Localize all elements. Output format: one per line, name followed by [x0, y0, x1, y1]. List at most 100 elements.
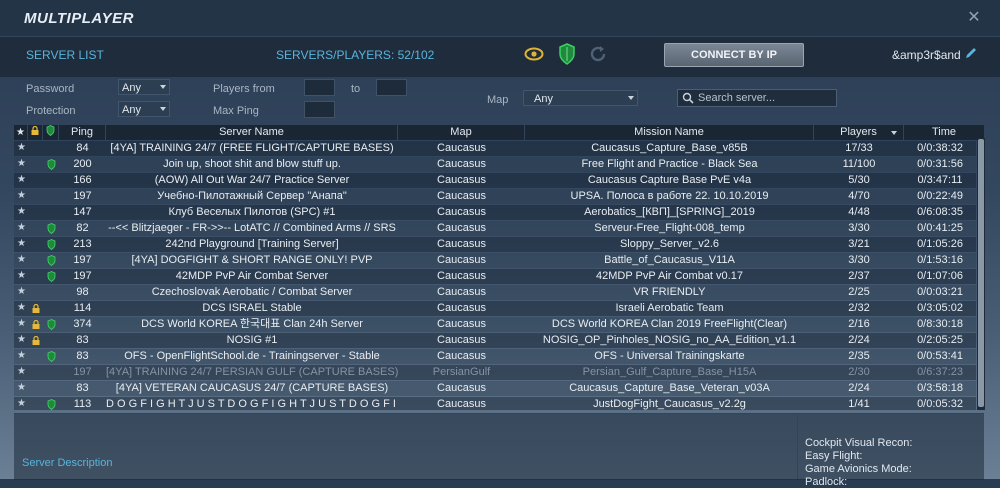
mission-name-cell: UPSA. Полоса в работе 22. 10.10.2019 [570, 190, 769, 202]
table-row[interactable]: ★ 114 DCS ISRAEL Stable Caucasus Israeli Aer… [14, 301, 976, 316]
server-name-cell: 42MDP PvP Air Combat Server [175, 270, 329, 282]
table-row[interactable]: ★ 166 (AOW) All Out War 24/7 Practice Serv… [14, 173, 976, 188]
mission-name-column-header[interactable]: Mission Name [525, 125, 814, 140]
players-to-input[interactable] [376, 79, 407, 96]
players-from-input[interactable] [304, 79, 335, 96]
favorite-star-icon[interactable]: ★ [17, 255, 26, 265]
search-placeholder: Search server... [698, 92, 776, 104]
map-filter-select[interactable]: Any [523, 90, 638, 106]
table-row[interactable]: ★ 374 DCS World KOREA 한국대표 Clan 24h Server… [14, 317, 976, 332]
sort-password-header[interactable] [28, 125, 43, 140]
players-cell: 3/30 [848, 222, 870, 234]
map-cell: Caucasus [437, 382, 486, 394]
players-cell: 2/24 [848, 382, 870, 394]
favorite-star-icon[interactable]: ★ [17, 175, 26, 185]
table-row[interactable]: ★ 83 NOSIG #1 Caucasus NOSIG_OP_Pinholes_NOS… [14, 333, 976, 348]
ping-cell: 197 [73, 366, 92, 378]
favorite-star-icon[interactable]: ★ [17, 239, 26, 249]
scrollbar-thumb[interactable] [978, 139, 984, 407]
server-name-cell: DCS World KOREA 한국대표 Clan 24h Server [141, 318, 363, 330]
mission-name-cell: NOSIG_OP_Pinholes_NOSIG_no_AA_Edition_v1… [542, 334, 797, 346]
map-cell: Caucasus [437, 318, 486, 330]
favorite-star-icon[interactable]: ★ [17, 223, 26, 233]
favorite-star-icon[interactable]: ★ [17, 319, 26, 329]
table-row[interactable]: ★ 197 [4YA] TRAINING 24/7 PERSIAN GULF (CA… [14, 365, 976, 380]
table-row[interactable]: ★ 113 D O G F I G H T J U S T D O G F I G … [14, 397, 976, 410]
pencil-icon[interactable] [964, 46, 978, 60]
sort-protection-header[interactable] [43, 125, 59, 140]
map-column-header[interactable]: Map [398, 125, 525, 140]
server-name-column-header[interactable]: Server Name [106, 125, 398, 140]
server-name-cell: Czechoslovak Aerobatic / Combat Server [151, 286, 353, 298]
time-cell: 0/0:41:25 [917, 222, 963, 234]
game-avionics-mode-label: Game Avionics Mode: [805, 463, 912, 475]
window-title: MULTIPLAYER [24, 10, 134, 27]
table-row[interactable]: ★ 83 OFS - OpenFlightSchool.de - Trainings… [14, 349, 976, 364]
ping-cell: 197 [73, 270, 92, 282]
mission-name-cell: DCS World KOREA Clan 2019 FreeFlight(Cle… [551, 318, 788, 330]
server-name-cell: Клуб Веселых Пилотов (SPC) #1 [168, 206, 336, 218]
players-column-header[interactable]: Players [814, 125, 904, 140]
time-cell: 0/0:53:41 [917, 350, 963, 362]
time-cell: 0/0:38:32 [917, 142, 963, 154]
map-cell: Caucasus [437, 334, 486, 346]
padlock-label: Padlock: [805, 476, 848, 488]
table-row[interactable]: ★ 197 Учебно-Пилотажный Сервер "Анапа" Cauc… [14, 189, 976, 204]
table-row[interactable]: ★ 147 Клуб Веселых Пилотов (SPC) #1 Caucasu… [14, 205, 976, 220]
table-header: ★ Ping Server Name Map Mission Name Play… [14, 125, 984, 140]
mission-name-cell: VR FRIENDLY [633, 286, 706, 298]
ping-cell: 374 [73, 318, 92, 330]
players-cell: 2/16 [848, 318, 870, 330]
cockpit-visual-recon-label: Cockpit Visual Recon: [805, 437, 913, 449]
time-column-header[interactable]: Time [904, 125, 984, 140]
time-cell: 0/1:05:26 [917, 238, 963, 250]
ping-cell: 197 [73, 254, 92, 266]
time-cell: 0/0:03:21 [917, 286, 963, 298]
favorite-star-icon[interactable]: ★ [17, 191, 26, 201]
shield-icon[interactable] [558, 43, 576, 65]
shield-icon [47, 159, 56, 170]
search-icon [682, 92, 694, 104]
table-row[interactable]: ★ 197 [4YA] DOGFIGHT & SHORT RANGE ONLY! P… [14, 253, 976, 268]
favorite-star-icon[interactable]: ★ [17, 143, 26, 153]
favorite-star-icon[interactable]: ★ [17, 303, 26, 313]
protection-filter-select[interactable]: Any [118, 101, 170, 117]
table-row[interactable]: ★ 98 Czechoslovak Aerobatic / Combat Serve… [14, 285, 976, 300]
favorite-star-icon[interactable]: ★ [17, 335, 26, 345]
sort-favorite-header[interactable]: ★ [14, 125, 28, 140]
players-column-label: Players [840, 126, 877, 138]
table-row[interactable]: ★ 200 Join up, shoot shit and blow stuff u… [14, 157, 976, 172]
chevron-down-icon [628, 96, 634, 100]
ping-column-header[interactable]: Ping [59, 125, 106, 140]
time-cell: 0/1:53:16 [917, 254, 963, 266]
connect-by-ip-button[interactable]: CONNECT BY IP [664, 43, 804, 67]
refresh-icon[interactable] [588, 44, 608, 64]
favorite-star-icon[interactable]: ★ [17, 207, 26, 217]
max-ping-label: Max Ping [213, 105, 259, 117]
time-cell: 0/6:08:35 [917, 206, 963, 218]
table-row[interactable]: ★ 82 --<< Blitzjaeger - FR->>-- LotATC // … [14, 221, 976, 236]
eye-icon[interactable] [524, 44, 544, 64]
favorite-star-icon[interactable]: ★ [17, 399, 26, 409]
max-ping-input[interactable] [304, 101, 335, 118]
players-cell: 17/33 [845, 142, 873, 154]
table-row[interactable]: ★ 197 42MDP PvP Air Combat Server Caucasus 4… [14, 269, 976, 284]
favorite-star-icon[interactable]: ★ [17, 351, 26, 361]
favorite-star-icon[interactable]: ★ [17, 367, 26, 377]
table-row[interactable]: ★ 83 [4YA] VETERAN CAUCASUS 24/7 (CAPTURE … [14, 381, 976, 396]
ping-cell: 213 [73, 238, 92, 250]
shield-icon [47, 239, 56, 250]
favorite-star-icon[interactable]: ★ [17, 383, 26, 393]
map-cell: Caucasus [437, 286, 486, 298]
ping-cell: 147 [73, 206, 92, 218]
close-icon[interactable]: ✕ [966, 10, 982, 26]
favorite-star-icon[interactable]: ★ [17, 159, 26, 169]
server-name-cell: [4YA] VETERAN CAUCASUS 24/7 (CAPTURE BAS… [115, 382, 389, 394]
favorite-star-icon[interactable]: ★ [17, 271, 26, 281]
time-cell: 0/6:37:23 [917, 366, 963, 378]
table-row[interactable]: ★ 213 242nd Playground [Training Server] Ca… [14, 237, 976, 252]
table-row[interactable]: ★ 84 [4YA] TRAINING 24/7 (FREE FLIGHT/CAPT… [14, 141, 976, 156]
shield-icon [47, 255, 56, 266]
favorite-star-icon[interactable]: ★ [17, 287, 26, 297]
password-filter-select[interactable]: Any [118, 79, 170, 95]
